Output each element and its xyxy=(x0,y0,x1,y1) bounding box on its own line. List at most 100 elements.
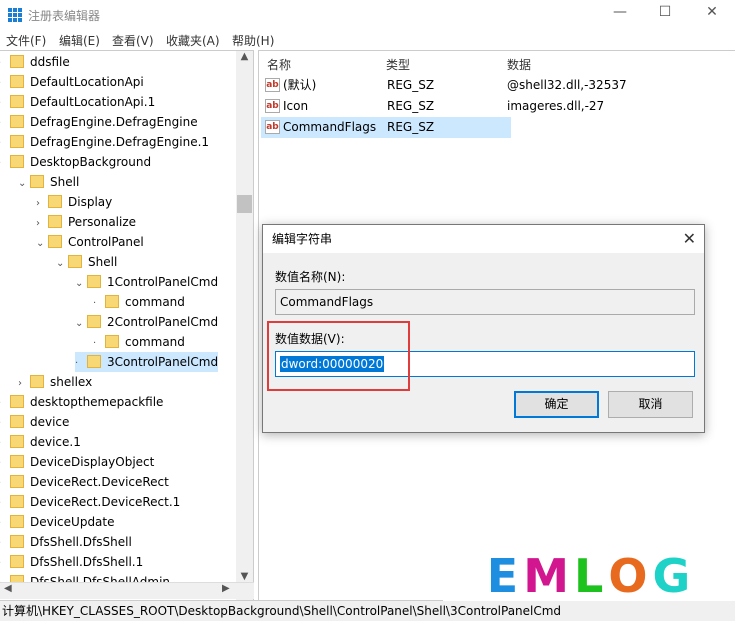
folder-icon xyxy=(48,195,62,208)
tree-item[interactable]: · 3ControlPanelCmd xyxy=(75,352,219,372)
logo-letter: O xyxy=(608,548,649,603)
tree-item[interactable]: ⌄ 2ControlPanelCmd xyxy=(75,312,218,332)
tree-line-icon: · xyxy=(0,114,10,134)
tree-item[interactable]: · desktopthemepackfile xyxy=(0,392,163,412)
tree-item-label: 2ControlPanelCmd xyxy=(107,315,219,329)
list-row[interactable]: ab CommandFlags REG_SZ xyxy=(261,117,511,138)
tree-item[interactable]: · DefaultLocationApi xyxy=(0,72,144,92)
tree-vertical-scrollbar[interactable]: ▲ ▼ xyxy=(236,51,253,600)
registry-app-icon xyxy=(8,8,22,22)
menu-favorites[interactable]: 收藏夹(A) xyxy=(166,32,220,49)
expand-icon[interactable]: › xyxy=(18,374,30,394)
title-bar: 注册表编辑器 — ☐ ✕ xyxy=(0,0,735,30)
list-row[interactable]: ab (默认) REG_SZ @shell32.dll,-32537 xyxy=(261,75,735,96)
folder-icon xyxy=(10,535,24,548)
string-value-icon: ab xyxy=(265,99,280,113)
tree-item-label: DeviceRect.DeviceRect xyxy=(30,475,169,489)
tree-line-icon: · xyxy=(0,514,10,534)
tree-item[interactable]: · DeviceDisplayObject xyxy=(0,452,154,472)
tree-item[interactable]: · DfsShell.DfsShell xyxy=(0,532,132,552)
maximize-button[interactable]: ☐ xyxy=(650,4,680,24)
collapse-icon[interactable]: ⌄ xyxy=(36,234,48,254)
menu-file[interactable]: 文件(F) xyxy=(6,32,46,49)
tree-item[interactable]: · DefragEngine.DefragEngine xyxy=(0,112,198,132)
tree-item[interactable]: · command xyxy=(93,292,185,312)
tree-line-icon: · xyxy=(75,358,79,369)
tree-item-label: DefaultLocationApi.1 xyxy=(30,95,156,109)
tree-line-icon: · xyxy=(0,494,10,514)
menu-view[interactable]: 查看(V) xyxy=(112,32,154,49)
string-value-icon: ab xyxy=(265,78,280,92)
folder-icon xyxy=(48,215,62,228)
tree-line-icon: · xyxy=(0,74,10,94)
tree-item[interactable]: · command xyxy=(93,332,185,352)
folder-icon xyxy=(30,375,44,388)
expand-icon[interactable]: › xyxy=(36,214,48,234)
list-row[interactable]: ab Icon REG_SZ imageres.dll,-27 xyxy=(261,96,735,117)
folder-icon xyxy=(10,555,24,568)
expand-icon[interactable]: › xyxy=(36,194,48,214)
tree-item[interactable]: · DeviceRect.DeviceRect.1 xyxy=(0,492,180,512)
folder-icon xyxy=(48,235,62,248)
cancel-button[interactable]: 取消 xyxy=(608,391,693,418)
ok-button[interactable]: 确定 xyxy=(514,391,599,418)
column-data[interactable]: 数据 xyxy=(507,56,531,73)
value-name: (默认) xyxy=(283,78,317,92)
emlog-watermark: EMLOG xyxy=(443,548,735,603)
tree-item[interactable]: ⌄ 1ControlPanelCmd xyxy=(75,272,218,292)
tree-horizontal-scrollbar[interactable]: ◀ ▶ xyxy=(0,582,254,599)
folder-icon xyxy=(10,515,24,528)
tree-item-label: command xyxy=(125,335,185,349)
tree-item[interactable]: · DefragEngine.DefragEngine.1 xyxy=(0,132,209,152)
tree-item[interactable]: · DesktopBackground xyxy=(0,152,151,172)
collapse-icon[interactable]: ⌄ xyxy=(75,314,87,334)
tree-item[interactable]: · device.1 xyxy=(0,432,81,452)
collapse-icon[interactable]: ⌄ xyxy=(18,174,30,194)
column-name[interactable]: 名称 xyxy=(267,56,291,73)
tree-item-label: device.1 xyxy=(30,435,81,449)
value-type: REG_SZ xyxy=(387,78,435,92)
tree-line-icon: · xyxy=(0,54,10,74)
tree-item[interactable]: · DeviceRect.DeviceRect xyxy=(0,472,169,492)
column-type[interactable]: 类型 xyxy=(386,56,410,73)
tree-item[interactable]: › shellex xyxy=(18,372,92,392)
tree-item-label: command xyxy=(125,295,185,309)
tree-item[interactable]: · ddsfile xyxy=(0,52,70,72)
folder-icon xyxy=(10,415,24,428)
tree-line-icon: · xyxy=(93,338,97,349)
tree-item[interactable]: · DfsShell.DfsShell.1 xyxy=(0,552,143,572)
tree-item-label: DeviceUpdate xyxy=(30,515,115,529)
tree-item-label: DefragEngine.DefragEngine.1 xyxy=(30,135,210,149)
tree-item[interactable]: › Personalize xyxy=(36,212,136,232)
minimize-button[interactable]: — xyxy=(605,4,635,24)
folder-icon xyxy=(10,95,24,108)
folder-icon xyxy=(87,275,101,288)
folder-icon xyxy=(105,295,119,308)
tree-item[interactable]: · DefaultLocationApi.1 xyxy=(0,92,155,112)
folder-icon xyxy=(10,455,24,468)
tree-item-label: DesktopBackground xyxy=(30,155,152,169)
tree-item[interactable]: › Display xyxy=(36,192,112,212)
dialog-close-icon[interactable]: ✕ xyxy=(683,225,696,253)
tree-item[interactable]: ⌄ ControlPanel xyxy=(36,232,144,252)
tree-item[interactable]: · DeviceUpdate xyxy=(0,512,115,532)
tree-item-label: DefragEngine.DefragEngine xyxy=(30,115,198,129)
tree-scroll-thumb[interactable] xyxy=(237,195,252,213)
folder-icon xyxy=(10,115,24,128)
folder-icon xyxy=(10,55,24,68)
tree-item-label: 1ControlPanelCmd xyxy=(107,275,219,289)
status-bar-path: 计算机\HKEY_CLASSES_ROOT\DesktopBackground\… xyxy=(0,600,735,621)
tree-item-label: DeviceRect.DeviceRect.1 xyxy=(30,495,181,509)
collapse-icon[interactable]: ⌄ xyxy=(56,254,68,274)
folder-icon xyxy=(105,335,119,348)
tree-item[interactable]: · device xyxy=(0,412,69,432)
tree-item[interactable]: ⌄ Shell xyxy=(56,252,117,272)
menu-edit[interactable]: 编辑(E) xyxy=(59,32,100,49)
collapse-icon[interactable]: ⌄ xyxy=(75,274,87,294)
highlight-box xyxy=(267,321,410,391)
logo-letter: M xyxy=(523,548,571,603)
tree-line-icon: · xyxy=(0,534,10,554)
menu-help[interactable]: 帮助(H) xyxy=(232,32,274,49)
tree-item[interactable]: ⌄ Shell xyxy=(18,172,79,192)
close-button[interactable]: ✕ xyxy=(697,4,727,24)
